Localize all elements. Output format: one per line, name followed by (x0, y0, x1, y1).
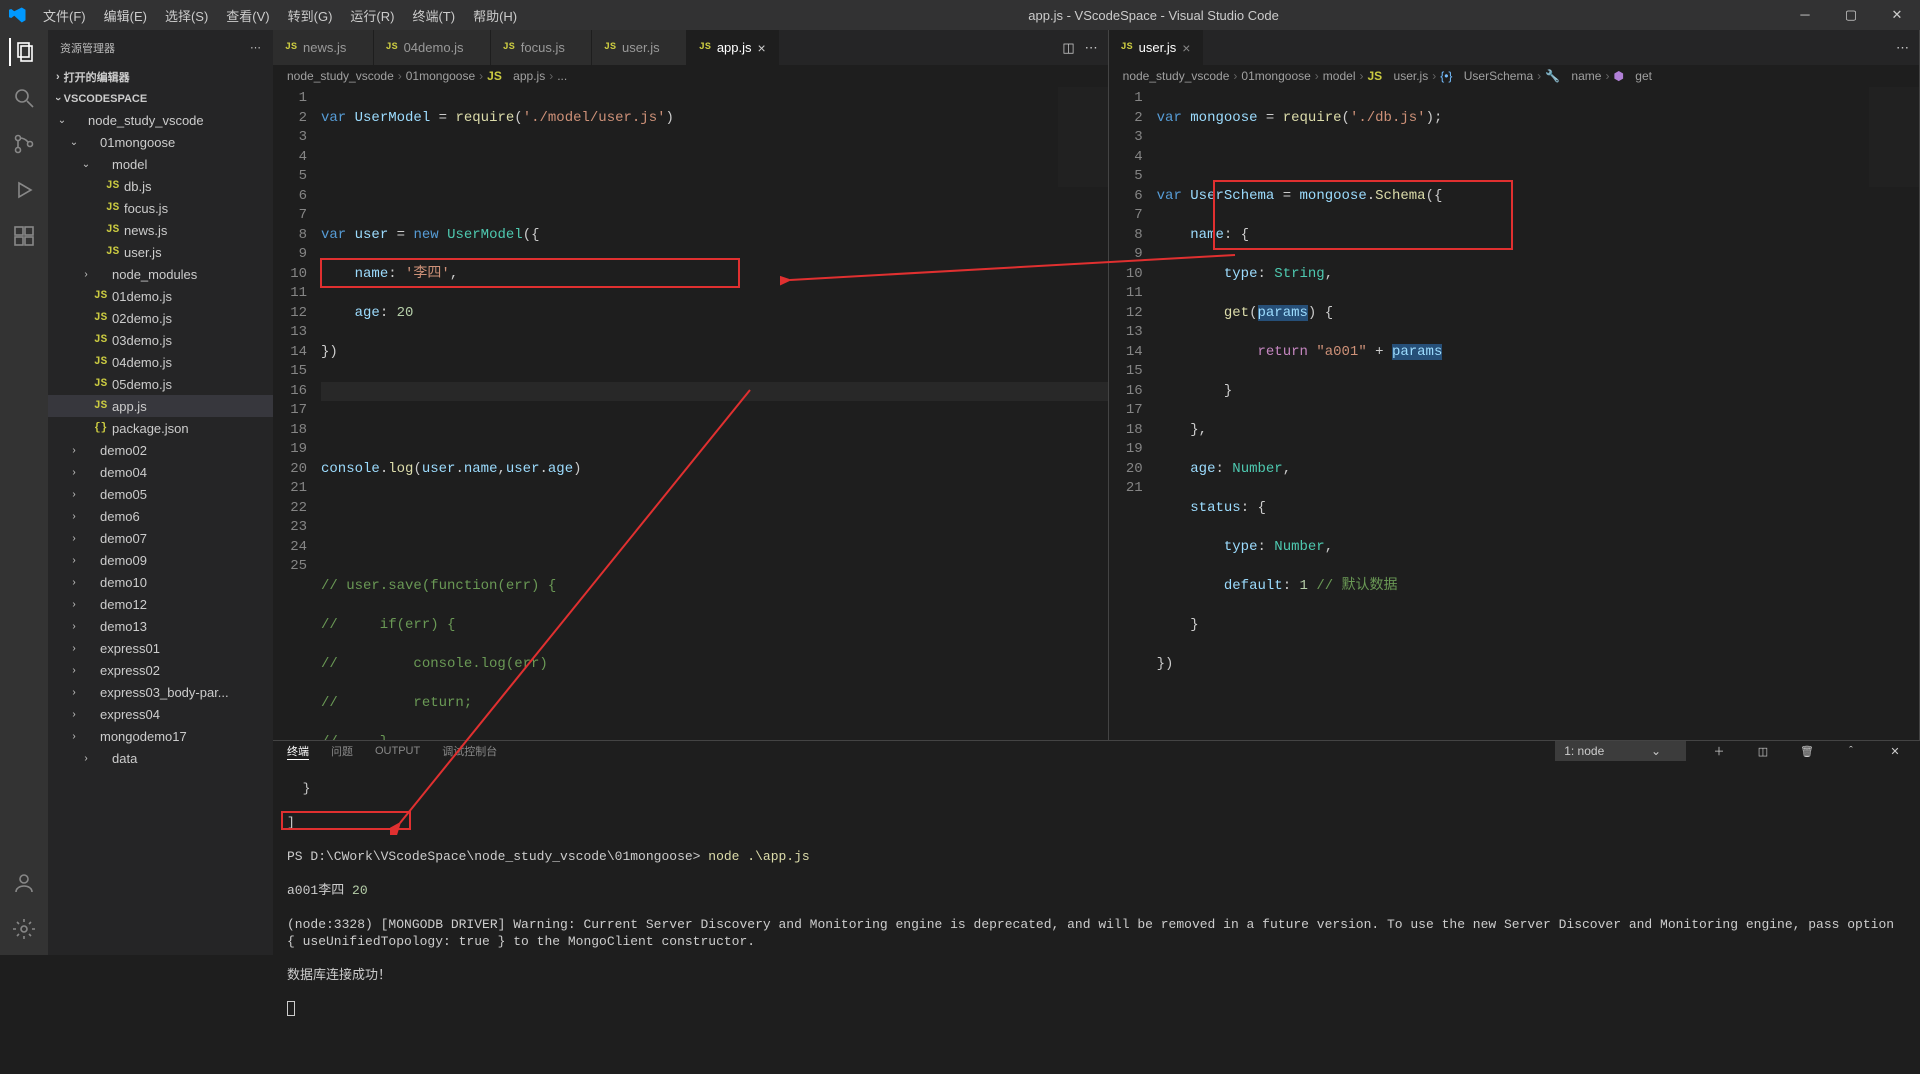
tree-item[interactable]: ›demo12 (48, 593, 273, 615)
panel-tab-debug[interactable]: 调试控制台 (442, 743, 497, 759)
tree-item[interactable]: JS01demo.js (48, 285, 273, 307)
tab-user[interactable]: JSuser.js× (592, 30, 687, 65)
scm-icon[interactable] (10, 130, 38, 158)
breadcrumb-2[interactable]: node_study_vscode› 01mongoose› model› JS… (1109, 65, 1919, 87)
tab-news[interactable]: JSnews.js× (273, 30, 374, 65)
settings-icon[interactable] (10, 915, 38, 943)
minimap[interactable] (1058, 87, 1108, 187)
tree-item[interactable]: ›express01 (48, 637, 273, 659)
terminal-selector[interactable]: 1: node ⌄ (1555, 741, 1686, 761)
tree-item[interactable]: JSfocus.js (48, 197, 273, 219)
tree-item[interactable]: ›demo13 (48, 615, 273, 637)
tree-item[interactable]: JSapp.js (48, 395, 273, 417)
search-icon[interactable] (10, 84, 38, 112)
panel: 终端 问题 OUTPUT 调试控制台 1: node ⌄ ＋ ◫ 🗑 ˆ ✕ }… (273, 740, 1920, 955)
breadcrumb-1[interactable]: node_study_vscode› 01mongoose› JS app.js… (273, 65, 1108, 87)
tree-item[interactable]: JS02demo.js (48, 307, 273, 329)
tree-item[interactable]: ›demo10 (48, 571, 273, 593)
maximize-button[interactable]: ▢ (1828, 0, 1874, 30)
tree-item[interactable]: JSnews.js (48, 219, 273, 241)
editor-group-1: JSnews.js× JS04demo.js× JSfocus.js× JSus… (273, 30, 1109, 740)
sidebar-title: 资源管理器 (60, 40, 115, 56)
tree-item[interactable]: ›demo02 (48, 439, 273, 461)
tree-item[interactable]: ›demo04 (48, 461, 273, 483)
kill-terminal-icon[interactable]: 🗑 (1796, 745, 1818, 758)
minimap[interactable] (1869, 87, 1919, 187)
workspace-section[interactable]: ›VSCODESPACE (48, 89, 273, 109)
tree-item[interactable]: ⌄node_study_vscode (48, 109, 273, 131)
tree-item[interactable]: {}package.json (48, 417, 273, 439)
tabs-1: JSnews.js× JS04demo.js× JSfocus.js× JSus… (273, 30, 1108, 65)
menu-terminal[interactable]: 终端(T) (404, 2, 463, 29)
minimize-button[interactable]: ─ (1782, 0, 1828, 30)
tree-item[interactable]: ›demo09 (48, 549, 273, 571)
titlebar: 文件(F) 编辑(E) 选择(S) 查看(V) 转到(G) 运行(R) 终端(T… (0, 0, 1920, 30)
panel-tab-problems[interactable]: 问题 (331, 743, 353, 759)
menu-bar: 文件(F) 编辑(E) 选择(S) 查看(V) 转到(G) 运行(R) 终端(T… (35, 2, 525, 29)
explorer-icon[interactable] (9, 38, 37, 66)
menu-file[interactable]: 文件(F) (35, 2, 94, 29)
tree-item[interactable]: ⌄model (48, 153, 273, 175)
new-terminal-icon[interactable]: ＋ (1708, 743, 1730, 759)
tree-item[interactable]: ›express02 (48, 659, 273, 681)
terminal[interactable]: } ] PS D:\CWork\VScodeSpace\node_study_v… (273, 761, 1920, 1074)
close-panel-icon[interactable]: ✕ (1884, 745, 1906, 758)
close-icon[interactable]: × (758, 40, 766, 56)
window-title: app.js - VScodeSpace - Visual Studio Cod… (525, 8, 1782, 23)
vscode-icon (0, 6, 35, 24)
tree-item[interactable]: ›mongodemo17 (48, 725, 273, 747)
open-editors-section[interactable]: ›打开的编辑器 (48, 65, 273, 89)
sidebar-more-icon[interactable]: ⋯ (250, 41, 261, 54)
menu-run[interactable]: 运行(R) (342, 2, 402, 29)
code-editor-2[interactable]: 123456789101112131415161718192021 var mo… (1109, 87, 1919, 740)
close-button[interactable]: ✕ (1874, 0, 1920, 30)
debug-icon[interactable] (10, 176, 38, 204)
tree-item[interactable]: JSdb.js (48, 175, 273, 197)
tree-item[interactable]: ›demo07 (48, 527, 273, 549)
tree-item[interactable]: ›demo6 (48, 505, 273, 527)
menu-goto[interactable]: 转到(G) (280, 2, 341, 29)
panel-tab-output[interactable]: OUTPUT (375, 745, 420, 757)
tree-item[interactable]: JS05demo.js (48, 373, 273, 395)
tree-item[interactable]: ›demo05 (48, 483, 273, 505)
extensions-icon[interactable] (10, 222, 38, 250)
tree-item[interactable]: ⌄01mongoose (48, 131, 273, 153)
menu-view[interactable]: 查看(V) (218, 2, 277, 29)
menu-edit[interactable]: 编辑(E) (96, 2, 155, 29)
tree-item[interactable]: ›express04 (48, 703, 273, 725)
editor-group-2: JSuser.js× ⋯ node_study_vscode› 01mongoo… (1109, 30, 1920, 740)
split-editor-icon[interactable]: ◫ (1062, 40, 1074, 56)
panel-tab-terminal[interactable]: 终端 (287, 743, 309, 760)
tabs-2: JSuser.js× ⋯ (1109, 30, 1919, 65)
sidebar: 资源管理器 ⋯ ›打开的编辑器 ›VSCODESPACE ⌄node_study… (48, 30, 273, 955)
tree-item[interactable]: ›express03_body-par... (48, 681, 273, 703)
menu-select[interactable]: 选择(S) (157, 2, 216, 29)
account-icon[interactable] (10, 869, 38, 897)
code-editor-1[interactable]: 1234567891011121314151617181920212223242… (273, 87, 1108, 740)
activity-bar (0, 30, 48, 955)
close-icon[interactable]: × (1182, 40, 1190, 56)
tree-item[interactable]: JS03demo.js (48, 329, 273, 351)
tree-item[interactable]: JS04demo.js (48, 351, 273, 373)
tree-item[interactable]: JSuser.js (48, 241, 273, 263)
menu-help[interactable]: 帮助(H) (465, 2, 525, 29)
tab-04demo[interactable]: JS04demo.js× (374, 30, 491, 65)
tab-user-2[interactable]: JSuser.js× (1109, 30, 1204, 65)
tree-item[interactable]: ›node_modules (48, 263, 273, 285)
tree-item[interactable]: ›data (48, 747, 273, 769)
more-icon[interactable]: ⋯ (1085, 40, 1098, 56)
split-terminal-icon[interactable]: ◫ (1752, 745, 1774, 758)
tab-app[interactable]: JSapp.js× (687, 30, 779, 65)
more-icon[interactable]: ⋯ (1896, 40, 1909, 56)
tab-focus[interactable]: JSfocus.js× (491, 30, 592, 65)
maximize-panel-icon[interactable]: ˆ (1840, 745, 1862, 757)
